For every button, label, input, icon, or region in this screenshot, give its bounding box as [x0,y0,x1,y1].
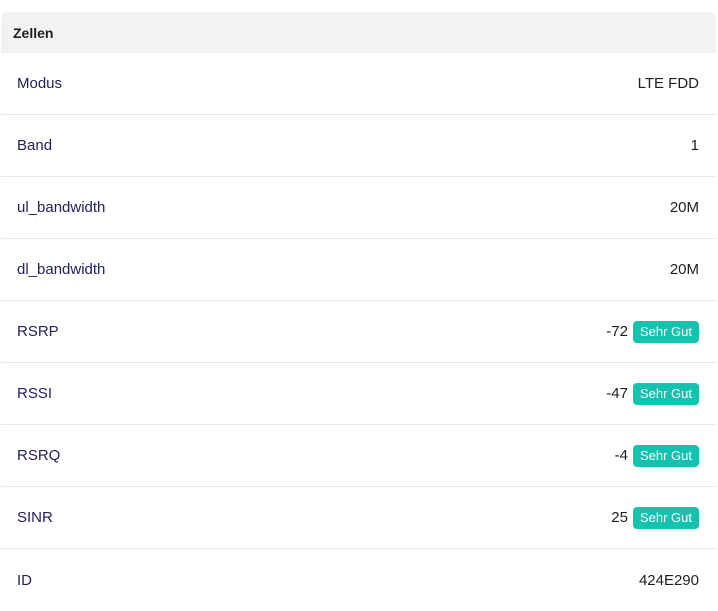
panel-header: Zellen [1,12,716,53]
row-value: LTE FDD [637,75,699,92]
row-band: Band 1 [1,115,716,177]
row-value-container: -4 Sehr Gut [614,444,699,467]
row-value-container: LTE FDD [638,75,699,92]
row-label: Modus [17,75,63,92]
row-dl-bandwidth: dl_bandwidth 20M [1,239,716,301]
row-label: RSSI [17,385,53,402]
row-value: 25 [611,509,628,526]
signal-quality-badge: Sehr Gut [632,506,699,529]
row-value: 1 [690,137,699,154]
row-value-container: 20M [670,199,699,216]
row-value-container: -72 Sehr Gut [606,320,699,343]
row-value-container: 25 Sehr Gut [611,506,699,529]
row-label: Band [17,137,53,154]
row-label: RSRQ [17,447,61,464]
row-rssi: RSSI -47 Sehr Gut [1,363,716,425]
row-value: -4 [614,447,628,464]
signal-quality-badge: Sehr Gut [632,444,699,467]
row-label: dl_bandwidth [17,261,106,278]
row-modus: Modus LTE FDD [1,53,716,115]
row-ul-bandwidth: ul_bandwidth 20M [1,177,716,239]
row-rsrp: RSRP -72 Sehr Gut [1,301,716,363]
row-label: RSRP [17,323,59,340]
row-value-container: 20M [670,261,699,278]
cells-panel: Zellen Modus LTE FDD Band 1 ul_bandwidth… [1,12,716,611]
row-value: 20M [669,199,699,216]
row-sinr: SINR 25 Sehr Gut [1,487,716,549]
row-value-container: 1 [691,137,699,154]
signal-quality-badge: Sehr Gut [632,382,699,405]
signal-quality-badge: Sehr Gut [632,320,699,343]
row-value-container: -47 Sehr Gut [606,382,699,405]
row-rsrq: RSRQ -4 Sehr Gut [1,425,716,487]
row-value: 20M [669,261,699,278]
row-label: ul_bandwidth [17,199,106,216]
row-id: ID 424E290 [1,549,716,611]
row-value: -72 [606,323,628,340]
row-label: SINR [17,509,53,526]
row-value: -47 [606,385,628,402]
panel-title: Zellen [13,24,54,41]
